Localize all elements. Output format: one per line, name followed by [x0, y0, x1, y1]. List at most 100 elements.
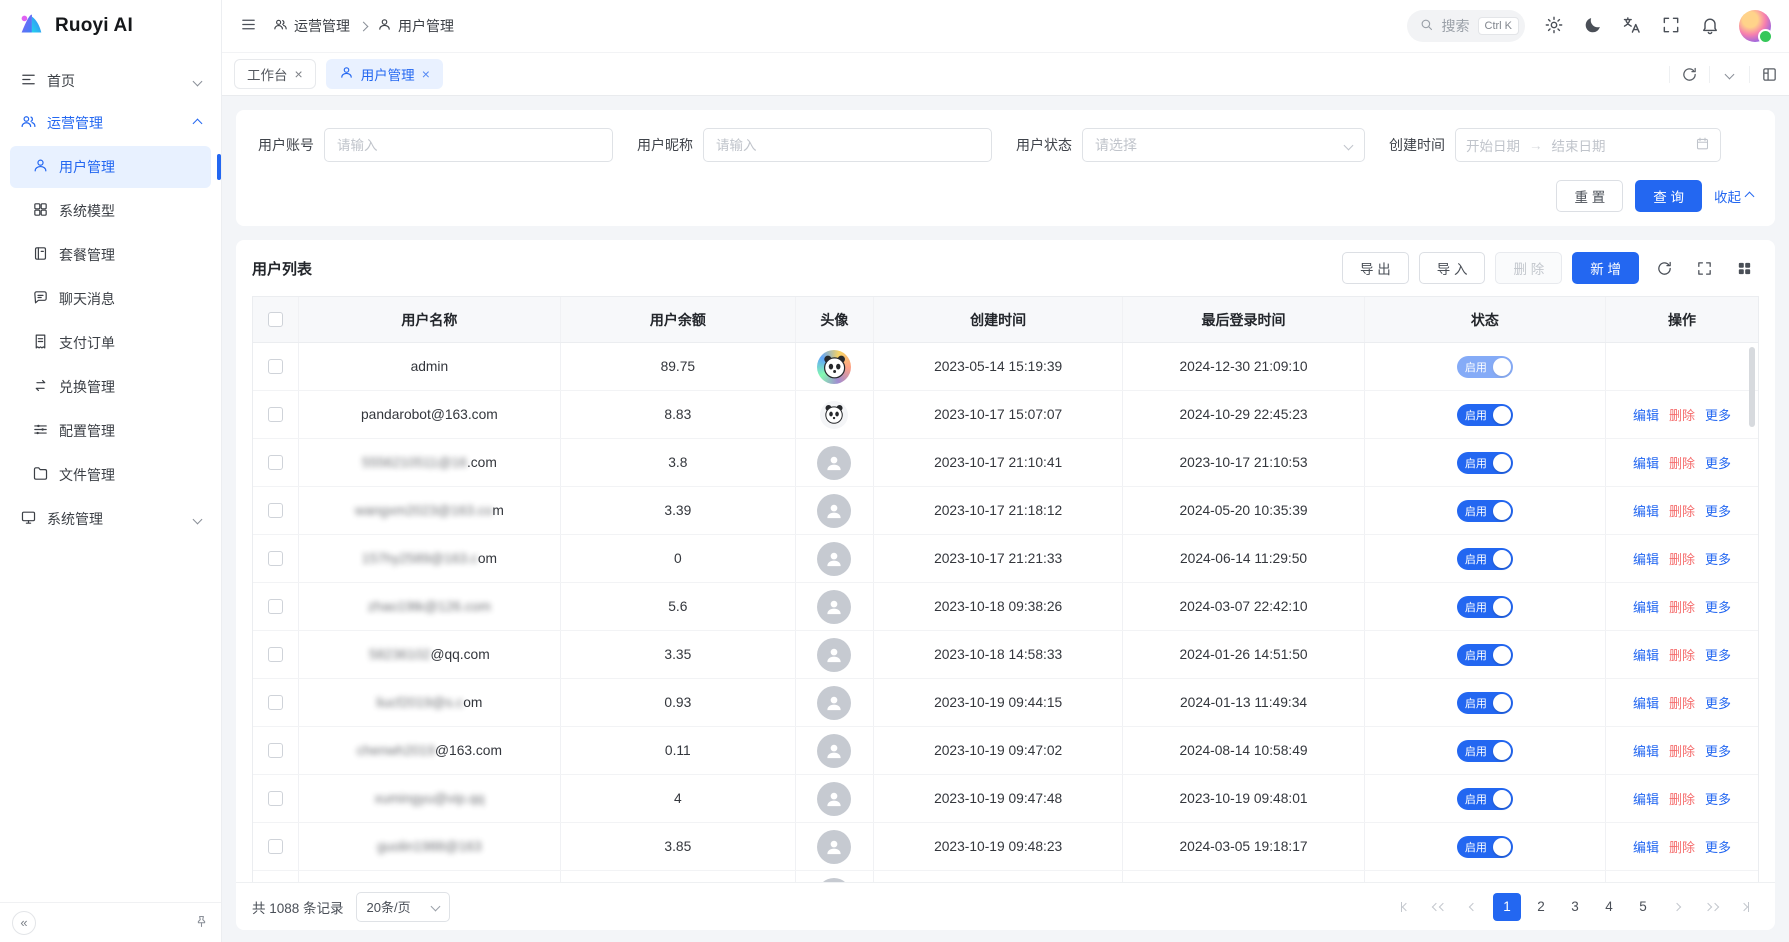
back-5-pages-button[interactable] — [1425, 893, 1453, 921]
breadcrumb-item-user-management[interactable]: 用户管理 — [377, 16, 454, 36]
sidebar-item-package-management[interactable]: 套餐管理 — [10, 234, 211, 276]
row-checkbox[interactable] — [268, 407, 284, 423]
delete-link[interactable]: 删除 — [1669, 837, 1695, 856]
sidebar-item-config-management[interactable]: 配置管理 — [10, 410, 211, 452]
edit-link[interactable]: 编辑 — [1633, 645, 1659, 664]
more-link[interactable]: 更多 — [1705, 501, 1731, 520]
close-icon[interactable]: × — [422, 67, 430, 81]
edit-link[interactable]: 编辑 — [1633, 549, 1659, 568]
delete-link[interactable]: 删除 — [1669, 789, 1695, 808]
tab-user-management[interactable]: 用户管理 × — [326, 59, 443, 89]
status-toggle[interactable]: 启用 — [1457, 740, 1513, 762]
sidebar-item-exchange-management[interactable]: 兑换管理 — [10, 366, 211, 408]
status-select[interactable]: 请选择 — [1082, 128, 1365, 162]
row-checkbox[interactable] — [268, 551, 284, 567]
date-range-picker[interactable]: 开始日期 → 结束日期 — [1455, 128, 1721, 162]
add-button[interactable]: 新 增 — [1572, 252, 1639, 284]
forward-5-pages-button[interactable] — [1697, 893, 1725, 921]
row-checkbox[interactable] — [268, 647, 284, 663]
delete-link[interactable]: 删除 — [1669, 741, 1695, 760]
collapse-filters-link[interactable]: 收起 — [1714, 186, 1753, 206]
hamburger-icon[interactable] — [240, 16, 257, 36]
delete-link[interactable]: 删除 — [1669, 453, 1695, 472]
more-link[interactable]: 更多 — [1705, 693, 1731, 712]
refresh-icon[interactable] — [1669, 66, 1709, 83]
last-page-button[interactable] — [1731, 893, 1759, 921]
status-toggle[interactable]: 启用 — [1457, 500, 1513, 522]
status-toggle[interactable]: 启用 — [1457, 596, 1513, 618]
tab-workbench[interactable]: 工作台 × — [234, 59, 316, 89]
settings-gear-icon[interactable] — [1544, 15, 1564, 38]
edit-link[interactable]: 编辑 — [1633, 453, 1659, 472]
status-toggle[interactable]: 启用 — [1457, 692, 1513, 714]
next-page-button[interactable] — [1663, 893, 1691, 921]
fullscreen-icon[interactable] — [1661, 15, 1681, 38]
delete-link[interactable]: 删除 — [1669, 693, 1695, 712]
refresh-icon[interactable] — [1649, 253, 1679, 283]
row-checkbox[interactable] — [268, 359, 284, 375]
user-avatar[interactable] — [1739, 10, 1771, 42]
more-link[interactable]: 更多 — [1705, 645, 1731, 664]
column-settings-grid-icon[interactable] — [1729, 253, 1759, 283]
sidebar-item-user-management[interactable]: 用户管理 — [10, 146, 211, 188]
status-toggle[interactable]: 启用 — [1457, 548, 1513, 570]
edit-link[interactable]: 编辑 — [1633, 597, 1659, 616]
fullscreen-icon[interactable] — [1689, 253, 1719, 283]
sidebar-item-file-management[interactable]: 文件管理 — [10, 454, 211, 496]
sidebar-item-system-model[interactable]: 系统模型 — [10, 190, 211, 232]
row-checkbox[interactable] — [268, 791, 284, 807]
import-button[interactable]: 导 入 — [1419, 252, 1486, 284]
breadcrumb-item-operations[interactable]: 运营管理 — [273, 16, 350, 36]
delete-button[interactable]: 删 除 — [1495, 252, 1562, 284]
sidebar-item-payment-orders[interactable]: 支付订单 — [10, 322, 211, 364]
more-link[interactable]: 更多 — [1705, 789, 1731, 808]
previous-page-button[interactable] — [1459, 893, 1487, 921]
export-button[interactable]: 导 出 — [1342, 252, 1409, 284]
delete-link[interactable]: 删除 — [1669, 549, 1695, 568]
notification-bell-icon[interactable] — [1700, 15, 1720, 38]
status-toggle[interactable]: 启用 — [1457, 644, 1513, 666]
close-icon[interactable]: × — [295, 67, 303, 81]
row-checkbox[interactable] — [268, 695, 284, 711]
search-button[interactable]: 查 询 — [1635, 180, 1702, 212]
row-checkbox[interactable] — [268, 743, 284, 759]
dark-mode-moon-icon[interactable] — [1583, 15, 1603, 38]
edit-link[interactable]: 编辑 — [1633, 501, 1659, 520]
status-toggle[interactable]: 启用 — [1457, 356, 1513, 378]
page-size-select[interactable]: 20条/页 — [356, 892, 450, 922]
status-toggle[interactable]: 启用 — [1457, 788, 1513, 810]
row-checkbox[interactable] — [268, 455, 284, 471]
delete-link[interactable]: 删除 — [1669, 501, 1695, 520]
page-button-5[interactable]: 5 — [1629, 893, 1657, 921]
layout-icon[interactable] — [1749, 66, 1789, 83]
select-all-checkbox[interactable] — [268, 312, 284, 328]
edit-link[interactable]: 编辑 — [1633, 741, 1659, 760]
status-toggle[interactable]: 启用 — [1457, 452, 1513, 474]
account-input[interactable] — [324, 128, 613, 162]
status-toggle[interactable]: 启用 — [1457, 836, 1513, 858]
delete-link[interactable]: 删除 — [1669, 597, 1695, 616]
row-checkbox[interactable] — [268, 599, 284, 615]
more-link[interactable]: 更多 — [1705, 837, 1731, 856]
translate-icon[interactable] — [1622, 15, 1642, 38]
edit-link[interactable]: 编辑 — [1633, 405, 1659, 424]
page-button-4[interactable]: 4 — [1595, 893, 1623, 921]
nickname-input[interactable] — [703, 128, 992, 162]
sidebar-collapse-button[interactable]: « — [12, 911, 36, 935]
page-button-2[interactable]: 2 — [1527, 893, 1555, 921]
more-link[interactable]: 更多 — [1705, 741, 1731, 760]
delete-link[interactable]: 删除 — [1669, 645, 1695, 664]
reset-button[interactable]: 重 置 — [1556, 180, 1623, 212]
delete-link[interactable]: 删除 — [1669, 405, 1695, 424]
more-link[interactable]: 更多 — [1705, 405, 1731, 424]
more-link[interactable]: 更多 — [1705, 597, 1731, 616]
edit-link[interactable]: 编辑 — [1633, 693, 1659, 712]
vertical-scrollbar[interactable] — [1749, 347, 1755, 427]
sidebar-item-chat-messages[interactable]: 聊天消息 — [10, 278, 211, 320]
page-button-1[interactable]: 1 — [1493, 893, 1521, 921]
more-link[interactable]: 更多 — [1705, 453, 1731, 472]
row-checkbox[interactable] — [268, 839, 284, 855]
sidebar-item-home[interactable]: 首页 — [10, 60, 211, 102]
status-toggle[interactable]: 启用 — [1457, 404, 1513, 426]
row-checkbox[interactable] — [268, 503, 284, 519]
